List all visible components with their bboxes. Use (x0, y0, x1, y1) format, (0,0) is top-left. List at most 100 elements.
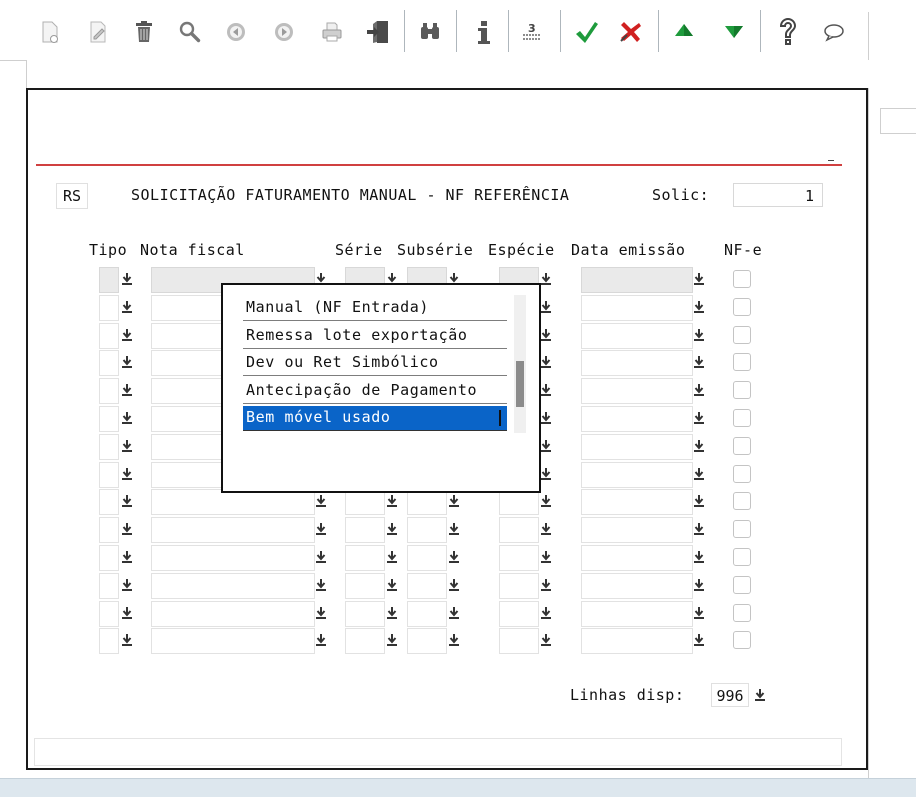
subserie-field[interactable] (407, 600, 447, 627)
data-emissao-dropdown-icon[interactable] (692, 327, 706, 343)
especie-dropdown-icon[interactable] (539, 354, 553, 370)
tipo-dropdown-icon[interactable] (120, 632, 134, 648)
serie-dropdown-icon[interactable] (385, 632, 399, 648)
nota-fiscal-field[interactable] (151, 517, 315, 544)
especie-dropdown-icon[interactable] (539, 438, 553, 454)
data-emissao-field[interactable] (581, 267, 693, 293)
serie-field[interactable] (345, 572, 385, 599)
nota-fiscal-dropdown-icon[interactable] (314, 577, 328, 593)
option-antecipacao-pagamento[interactable]: Antecipação de Pagamento (243, 378, 507, 404)
option-bem-movel-usado[interactable]: Bem móvel usado (243, 406, 507, 431)
especie-dropdown-icon[interactable] (539, 382, 553, 398)
subserie-dropdown-icon[interactable] (447, 577, 461, 593)
subserie-dropdown-icon[interactable] (447, 632, 461, 648)
nota-fiscal-dropdown-icon[interactable] (314, 549, 328, 565)
nfe-checkbox[interactable] (733, 520, 751, 539)
data-emissao-dropdown-icon[interactable] (692, 632, 706, 648)
tipo-dropdown-icon[interactable] (120, 271, 134, 287)
tipo-dropdown-icon[interactable] (120, 493, 134, 509)
data-emissao-field[interactable] (581, 294, 693, 321)
data-emissao-dropdown-icon[interactable] (692, 521, 706, 537)
data-emissao-field[interactable] (581, 545, 693, 571)
data-emissao-dropdown-icon[interactable] (692, 299, 706, 315)
nota-fiscal-field[interactable] (151, 628, 315, 655)
nfe-checkbox[interactable] (733, 464, 751, 483)
nfe-checkbox[interactable] (733, 631, 751, 650)
option-manual-nf-entrada[interactable]: Manual (NF Entrada) (243, 295, 507, 321)
subserie-field[interactable] (407, 517, 447, 544)
tipo-field[interactable] (99, 406, 119, 432)
nota-fiscal-dropdown-icon[interactable] (314, 605, 328, 621)
serie-field[interactable] (345, 600, 385, 627)
tipo-dropdown-icon[interactable] (120, 410, 134, 426)
data-emissao-dropdown-icon[interactable] (692, 466, 706, 482)
tipo-dropdown-icon[interactable] (120, 327, 134, 343)
subserie-field[interactable] (407, 628, 447, 655)
especie-field[interactable] (499, 628, 539, 655)
data-emissao-dropdown-icon[interactable] (692, 410, 706, 426)
data-emissao-field[interactable] (581, 489, 693, 516)
tipo-field[interactable] (99, 294, 119, 321)
nota-fiscal-dropdown-icon[interactable] (314, 632, 328, 648)
list-scrollbar-thumb[interactable] (516, 361, 524, 407)
tipo-field[interactable] (99, 600, 119, 627)
tipo-field[interactable] (99, 517, 119, 544)
subserie-dropdown-icon[interactable] (447, 549, 461, 565)
nota-fiscal-dropdown-icon[interactable] (314, 493, 328, 509)
tipo-dropdown-icon[interactable] (120, 521, 134, 537)
tipo-dropdown-list[interactable]: Manual (NF Entrada) Remessa lote exporta… (221, 283, 541, 493)
tipo-field[interactable] (99, 489, 119, 516)
tipo-field[interactable] (99, 628, 119, 655)
especie-dropdown-icon[interactable] (539, 299, 553, 315)
nota-fiscal-dropdown-icon[interactable] (314, 521, 328, 537)
data-emissao-dropdown-icon[interactable] (692, 382, 706, 398)
nfe-checkbox[interactable] (733, 436, 751, 455)
nfe-checkbox[interactable] (733, 381, 751, 400)
tipo-dropdown-icon[interactable] (120, 605, 134, 621)
subserie-field[interactable] (407, 545, 447, 571)
nota-fiscal-field[interactable] (151, 572, 315, 599)
nfe-checkbox[interactable] (733, 353, 751, 372)
subserie-field[interactable] (407, 489, 447, 516)
serie-dropdown-icon[interactable] (385, 521, 399, 537)
serie-dropdown-icon[interactable] (385, 605, 399, 621)
option-remessa-lote-exportacao[interactable]: Remessa lote exportação (243, 323, 507, 349)
data-emissao-dropdown-icon[interactable] (692, 549, 706, 565)
especie-dropdown-icon[interactable] (539, 521, 553, 537)
data-emissao-field[interactable] (581, 572, 693, 599)
nfe-checkbox[interactable] (733, 548, 751, 566)
data-emissao-field[interactable] (581, 517, 693, 544)
data-emissao-field[interactable] (581, 350, 693, 377)
especie-field[interactable] (499, 572, 539, 599)
subserie-dropdown-icon[interactable] (447, 493, 461, 509)
data-emissao-field[interactable] (581, 461, 693, 488)
nfe-checkbox[interactable] (733, 603, 751, 622)
especie-dropdown-icon[interactable] (539, 466, 553, 482)
subserie-dropdown-icon[interactable] (447, 521, 461, 537)
tipo-field[interactable] (99, 572, 119, 599)
data-emissao-field[interactable] (581, 378, 693, 405)
especie-field[interactable] (499, 517, 539, 544)
especie-dropdown-icon[interactable] (539, 327, 553, 343)
subserie-field[interactable] (407, 572, 447, 599)
serie-field[interactable] (345, 517, 385, 544)
nota-fiscal-field[interactable] (151, 489, 315, 516)
especie-dropdown-icon[interactable] (539, 271, 553, 287)
nfe-checkbox[interactable] (733, 575, 751, 594)
linhas-dropdown-icon[interactable] (753, 687, 767, 703)
serie-field[interactable] (345, 545, 385, 571)
data-emissao-dropdown-icon[interactable] (692, 577, 706, 593)
especie-dropdown-icon[interactable] (539, 605, 553, 621)
nfe-checkbox[interactable] (733, 325, 751, 344)
serie-field[interactable] (345, 489, 385, 516)
tipo-field[interactable] (99, 433, 119, 460)
especie-field[interactable] (499, 545, 539, 571)
tipo-dropdown-icon[interactable] (120, 577, 134, 593)
nota-fiscal-field[interactable] (151, 545, 315, 571)
tipo-field[interactable] (99, 350, 119, 377)
tipo-dropdown-icon[interactable] (120, 466, 134, 482)
data-emissao-field[interactable] (581, 600, 693, 627)
option-dev-ret-simbolico[interactable]: Dev ou Ret Simbólico (243, 350, 507, 376)
especie-field[interactable] (499, 489, 539, 516)
tipo-dropdown-icon[interactable] (120, 354, 134, 370)
